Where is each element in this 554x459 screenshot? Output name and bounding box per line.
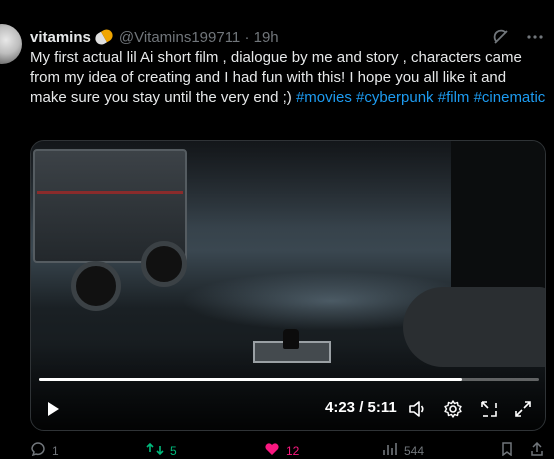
pill-emoji-icon xyxy=(93,27,115,47)
avatar[interactable] xyxy=(0,24,22,64)
play-icon[interactable] xyxy=(45,401,61,422)
hashtag-cinematic[interactable]: #cinematic xyxy=(474,89,546,106)
views-icon xyxy=(382,442,398,459)
grok-icon[interactable] xyxy=(492,28,510,46)
more-icon[interactable] xyxy=(526,28,544,46)
repost-button[interactable]: 5 xyxy=(146,442,177,459)
repost-count: 5 xyxy=(170,443,177,458)
post-actions: 1 5 12 544 xyxy=(30,441,546,459)
fullscreen-icon[interactable] xyxy=(513,399,533,424)
post-header: vitamins @Vitamins199711 · 19h xyxy=(30,26,544,48)
like-count: 12 xyxy=(286,443,300,458)
bookmark-button[interactable] xyxy=(500,442,514,459)
handle[interactable]: @Vitamins199711 · 19h xyxy=(119,29,279,46)
settings-icon[interactable] xyxy=(443,399,463,424)
post-text: My first actual lil Ai short film , dial… xyxy=(30,48,546,108)
leg-shadow xyxy=(451,141,545,291)
reply-icon xyxy=(30,442,46,459)
bookmark-icon xyxy=(500,442,514,459)
video-controls: 4:23 / 5:11 xyxy=(31,397,545,421)
video-progress-fill xyxy=(39,378,462,381)
hashtag-cyberpunk[interactable]: #cyberpunk xyxy=(356,89,434,106)
reply-count: 1 xyxy=(52,443,59,458)
views-count: 544 xyxy=(404,443,425,458)
display-name[interactable]: vitamins xyxy=(30,29,91,46)
video-progress-bar[interactable] xyxy=(39,378,539,381)
pip-icon[interactable] xyxy=(479,399,499,424)
views-button[interactable]: 544 xyxy=(382,442,424,459)
repost-icon xyxy=(146,442,164,459)
cart-wheel xyxy=(71,261,121,311)
like-button[interactable]: 12 xyxy=(264,442,299,459)
shoe-shape xyxy=(403,287,545,367)
hashtag-movies[interactable]: #movies xyxy=(296,89,352,106)
like-icon xyxy=(264,442,280,459)
video-player[interactable]: 4:23 / 5:11 xyxy=(30,140,546,431)
hashtag-film[interactable]: #film xyxy=(438,89,470,106)
share-button[interactable] xyxy=(530,441,544,459)
video-time: 4:23 / 5:11 xyxy=(325,399,397,416)
volume-icon[interactable] xyxy=(407,399,427,424)
video-frame xyxy=(31,141,545,430)
floor-knob xyxy=(283,329,299,349)
reply-button[interactable]: 1 xyxy=(30,442,59,459)
share-icon xyxy=(530,441,544,459)
